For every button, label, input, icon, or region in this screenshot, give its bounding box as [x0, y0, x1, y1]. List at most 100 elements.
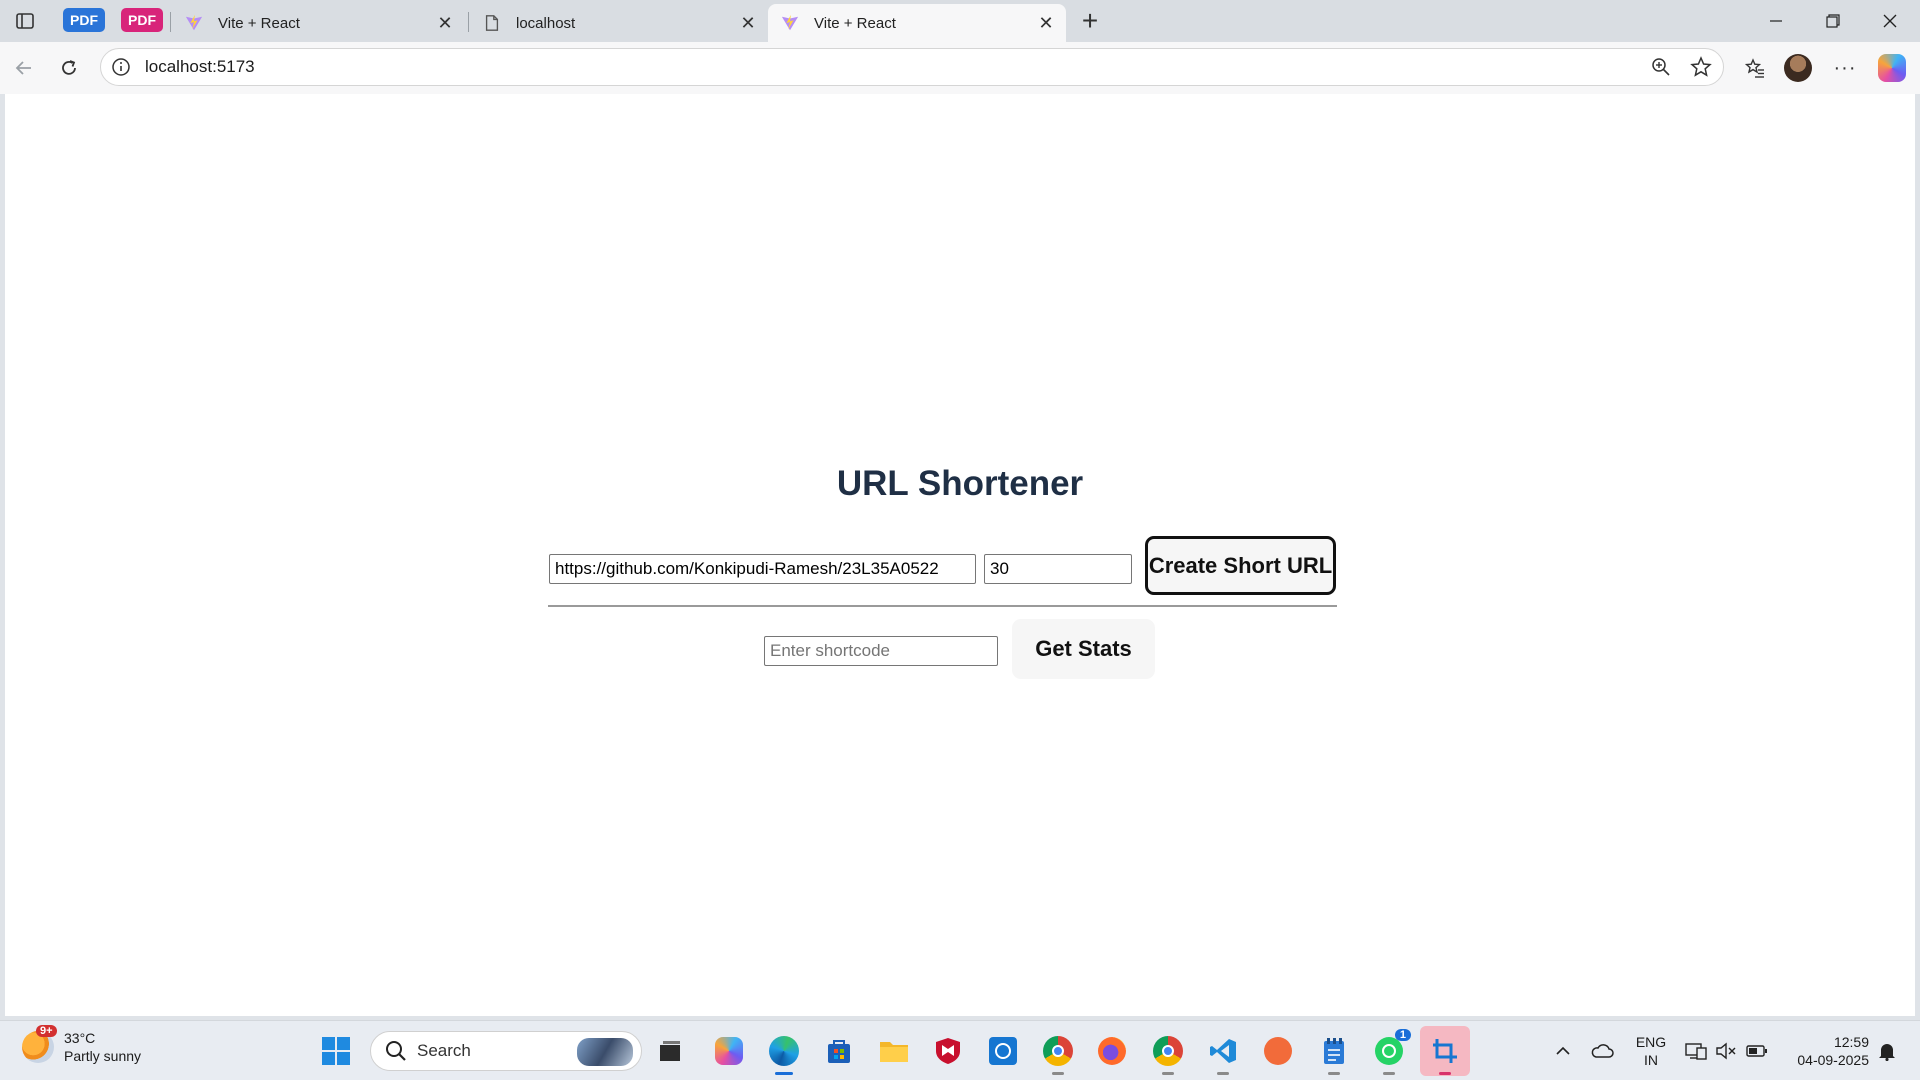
- store-icon: [828, 1040, 850, 1063]
- weather-widget[interactable]: 9+ 33°C Partly sunny: [22, 1025, 141, 1065]
- running-indicator: [1217, 1072, 1229, 1075]
- get-stats-button[interactable]: Get Stats: [1012, 619, 1155, 679]
- new-tab-button[interactable]: +: [1074, 5, 1106, 36]
- restore-icon: [1826, 14, 1840, 28]
- show-hidden-icons-button[interactable]: [1551, 1035, 1575, 1067]
- postman-button[interactable]: [1260, 1033, 1296, 1069]
- page-title: URL Shortener: [836, 464, 1084, 503]
- validity-input[interactable]: [984, 554, 1132, 584]
- pdf-tab-2[interactable]: PDF: [121, 8, 163, 32]
- pdf-tab-1[interactable]: PDF: [63, 8, 105, 32]
- network-icon: [1685, 1043, 1707, 1060]
- blue-app-icon: [989, 1037, 1017, 1065]
- address-text[interactable]: localhost:5173: [145, 57, 255, 77]
- zoom-icon: [1652, 58, 1670, 76]
- language-indicator[interactable]: ENG IN: [1633, 1033, 1669, 1069]
- page-viewport: URL Shortener Create Short URL Get Stats: [5, 94, 1915, 1016]
- taskbar-search[interactable]: Search: [370, 1031, 642, 1071]
- snipping-tool-icon: [1433, 1039, 1457, 1063]
- onedrive-button[interactable]: [1588, 1035, 1616, 1067]
- lang-line2: IN: [1644, 1052, 1658, 1068]
- shortcode-input[interactable]: [764, 636, 998, 666]
- close-tab-icon[interactable]: ✕: [435, 13, 455, 33]
- start-button[interactable]: [318, 1033, 354, 1069]
- running-indicator: [1162, 1072, 1174, 1075]
- divider: [548, 605, 1337, 607]
- cloud-icon: [1591, 1044, 1614, 1058]
- vite-icon: [780, 13, 800, 33]
- app-button-blue[interactable]: [985, 1033, 1021, 1069]
- volume-button[interactable]: [1714, 1035, 1738, 1067]
- page-icon: [482, 13, 502, 33]
- copilot-app-button[interactable]: [711, 1033, 747, 1069]
- close-tab-icon[interactable]: ✕: [738, 13, 758, 33]
- restore-button[interactable]: [1805, 4, 1861, 38]
- tab-title: Vite + React: [814, 14, 896, 32]
- close-window-button[interactable]: [1862, 4, 1918, 38]
- copilot-icon[interactable]: [1878, 54, 1906, 82]
- notepad-button[interactable]: [1316, 1033, 1352, 1075]
- chrome-button-1[interactable]: [1040, 1033, 1076, 1075]
- running-indicator: [1383, 1072, 1395, 1075]
- refresh-button[interactable]: [51, 50, 87, 86]
- whatsapp-icon: [1375, 1037, 1403, 1065]
- snipping-tool-button[interactable]: [1420, 1026, 1470, 1076]
- sidebar-panel-icon: [16, 13, 34, 29]
- vscode-button[interactable]: [1205, 1033, 1241, 1075]
- whatsapp-button[interactable]: 1: [1371, 1029, 1411, 1075]
- zoom-button[interactable]: [1643, 49, 1679, 85]
- tab-vite-react-1[interactable]: Vite + React ✕: [172, 4, 465, 42]
- search-highlight-image: [577, 1038, 633, 1066]
- volume-muted-icon: [1716, 1042, 1736, 1060]
- file-explorer-button[interactable]: [876, 1033, 912, 1069]
- minimize-icon: [1770, 20, 1782, 22]
- store-button[interactable]: [821, 1033, 857, 1069]
- minimize-button[interactable]: [1748, 4, 1804, 38]
- battery-icon: [1746, 1045, 1767, 1057]
- long-url-input[interactable]: [549, 554, 976, 584]
- firefox-icon: [1098, 1037, 1126, 1065]
- chrome-button-2[interactable]: [1150, 1033, 1186, 1075]
- close-tab-icon[interactable]: ✕: [1036, 13, 1056, 33]
- profile-avatar[interactable]: [1784, 54, 1812, 82]
- favorite-button[interactable]: [1683, 49, 1719, 85]
- tab-vite-react-active[interactable]: Vite + React ✕: [768, 4, 1066, 42]
- task-view-button[interactable]: [652, 1033, 688, 1069]
- network-button[interactable]: [1683, 1035, 1709, 1067]
- tab-actions-button[interactable]: [10, 6, 40, 36]
- running-indicator: [1328, 1072, 1340, 1075]
- address-bar[interactable]: localhost:5173: [100, 48, 1724, 86]
- weather-temp: 33°C: [64, 1030, 96, 1046]
- favorites-button[interactable]: [1737, 50, 1773, 86]
- battery-button[interactable]: [1744, 1035, 1770, 1067]
- star-icon: [1690, 56, 1712, 77]
- tab-title: localhost: [516, 14, 576, 32]
- taskbar: 9+ 33°C Partly sunny Search 1 ENG IN 12:…: [0, 1020, 1920, 1080]
- copilot-app-icon: [715, 1037, 743, 1065]
- mcafee-button[interactable]: [930, 1033, 966, 1069]
- bell-icon: [1879, 1044, 1895, 1061]
- chevron-up-icon: [1556, 1046, 1570, 1055]
- search-label: Search: [417, 1041, 471, 1060]
- clock[interactable]: 12:59 04-09-2025: [1781, 1033, 1869, 1069]
- edge-button[interactable]: [766, 1033, 802, 1075]
- notifications-button[interactable]: [1874, 1035, 1900, 1067]
- lang-line1: ENG: [1635, 1034, 1667, 1050]
- clock-time: 12:59: [1833, 1034, 1869, 1050]
- back-button[interactable]: [6, 50, 42, 86]
- tab-separator: [468, 12, 469, 32]
- info-icon[interactable]: [111, 57, 131, 77]
- more-menu-button[interactable]: ···: [1827, 50, 1863, 86]
- firefox-button[interactable]: [1094, 1033, 1130, 1069]
- url-shortener-app: URL Shortener Create Short URL Get Stats: [5, 94, 1915, 1016]
- whatsapp-badge: 1: [1394, 1029, 1411, 1041]
- vscode-icon: [1210, 1039, 1236, 1063]
- tab-strip: PDF PDF Vite + React ✕ localhost ✕ Vite …: [0, 0, 1920, 42]
- postman-icon: [1264, 1037, 1292, 1065]
- tab-localhost[interactable]: localhost ✕: [470, 4, 768, 42]
- refresh-icon: [62, 60, 76, 75]
- running-indicator: [1439, 1072, 1451, 1075]
- create-short-url-button[interactable]: Create Short URL: [1145, 536, 1336, 595]
- edge-icon: [769, 1036, 799, 1066]
- clock-date: 04-09-2025: [1797, 1052, 1869, 1068]
